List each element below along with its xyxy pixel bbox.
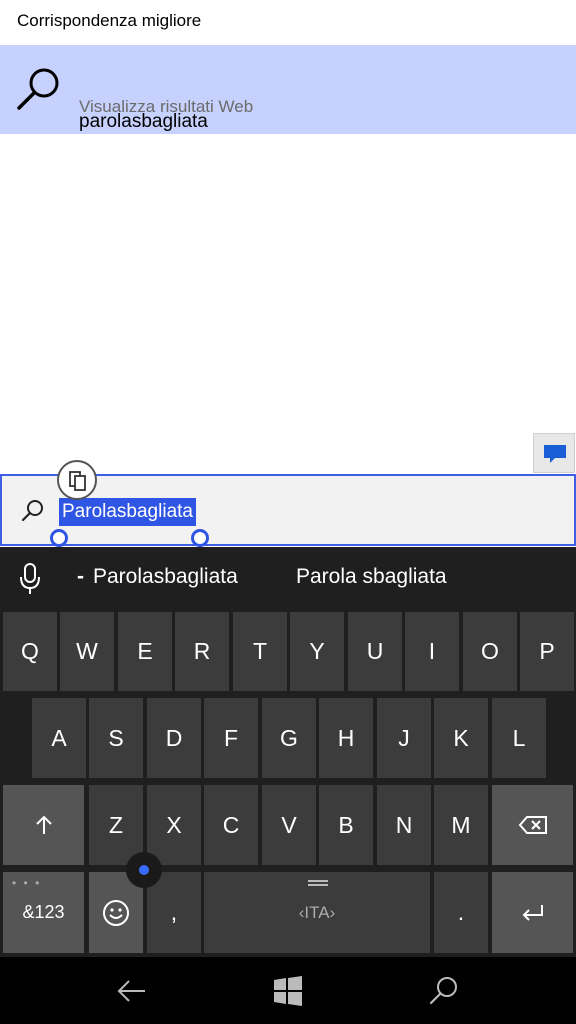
space-key[interactable]: ‹ ITA › xyxy=(204,872,430,953)
key-m[interactable]: M xyxy=(434,785,488,865)
key-y[interactable]: Y xyxy=(290,612,344,691)
microphone-icon[interactable] xyxy=(18,563,42,595)
back-arrow-icon[interactable] xyxy=(115,975,147,1007)
chat-icon xyxy=(544,445,566,463)
key-w[interactable]: W xyxy=(60,612,114,691)
key-u[interactable]: U xyxy=(348,612,402,691)
key-s[interactable]: S xyxy=(89,698,143,778)
key-p[interactable]: P xyxy=(520,612,574,691)
suggestion-item[interactable]: Parola sbagliata xyxy=(296,565,447,589)
selection-handle-start[interactable] xyxy=(50,529,68,547)
key-v[interactable]: V xyxy=(262,785,316,865)
key-t[interactable]: T xyxy=(233,612,287,691)
section-title: Corrispondenza migliore xyxy=(17,11,202,30)
shift-key[interactable] xyxy=(3,785,84,865)
key-b[interactable]: B xyxy=(319,785,373,865)
key-c[interactable]: C xyxy=(204,785,258,865)
cursor-control[interactable] xyxy=(126,852,162,888)
more-dots: • • • xyxy=(12,876,42,890)
search-icon xyxy=(21,500,43,522)
grip-icon xyxy=(308,880,328,886)
windows-start-icon[interactable] xyxy=(272,975,304,1007)
best-match-subtitle: Visualizza risultati Web xyxy=(79,97,254,116)
language-switch-right-icon: › xyxy=(329,902,336,922)
key-g[interactable]: G xyxy=(262,698,316,778)
selection-handle-end[interactable] xyxy=(191,529,209,547)
copy-button[interactable] xyxy=(57,460,97,500)
key-d[interactable]: D xyxy=(147,698,201,778)
numbers-key-label: &123 xyxy=(22,902,65,922)
copy-icon xyxy=(69,471,86,491)
smiley-icon xyxy=(103,899,129,926)
backspace-key[interactable] xyxy=(492,785,573,865)
key-a[interactable]: A xyxy=(32,698,86,778)
language-label: ITA xyxy=(304,902,330,922)
backspace-icon xyxy=(518,816,547,834)
key-i[interactable]: I xyxy=(405,612,459,691)
numbers-key[interactable]: • • • &123 xyxy=(3,872,84,953)
search-icon xyxy=(17,68,59,110)
suggestion-marker: - xyxy=(77,565,84,588)
key-h[interactable]: H xyxy=(319,698,373,778)
key-e[interactable]: E xyxy=(118,612,172,691)
key-k[interactable]: K xyxy=(434,698,488,778)
period-key[interactable]: . xyxy=(434,872,488,953)
key-x[interactable]: X xyxy=(147,785,201,865)
key-l[interactable]: L xyxy=(492,698,546,778)
navigation-bar xyxy=(0,957,576,1024)
enter-icon xyxy=(522,904,543,921)
search-input[interactable]: Parolasbagliata xyxy=(59,498,196,526)
feedback-button[interactable] xyxy=(533,433,575,473)
key-n[interactable]: N xyxy=(377,785,431,865)
suggestion-item[interactable]: Parolasbagliata xyxy=(93,565,238,589)
best-match-result[interactable]: parolasbagliata Visualizza risultati Web xyxy=(0,45,576,134)
suggestion-bar: - Parolasbagliata Parola sbagliata xyxy=(0,547,576,609)
shift-arrow-icon xyxy=(35,815,52,834)
key-r[interactable]: R xyxy=(175,612,229,691)
key-q[interactable]: Q xyxy=(3,612,57,691)
key-o[interactable]: O xyxy=(463,612,517,691)
key-f[interactable]: F xyxy=(204,698,258,778)
search-icon[interactable] xyxy=(428,975,460,1007)
enter-key[interactable] xyxy=(492,872,573,953)
key-j[interactable]: J xyxy=(377,698,431,778)
